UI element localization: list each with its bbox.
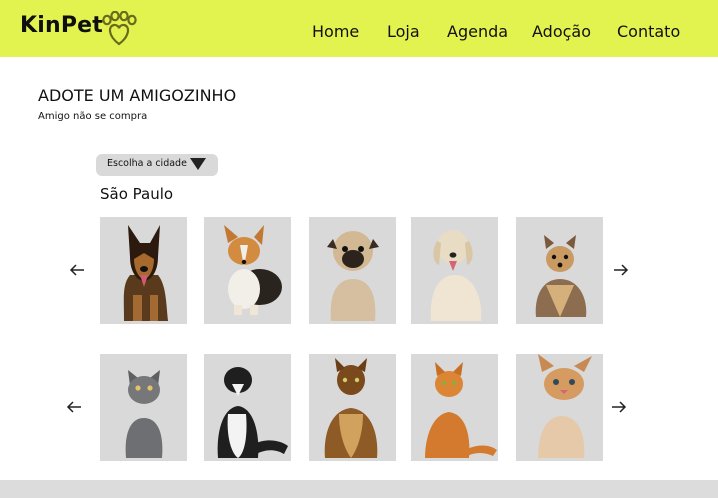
arrow-left-icon[interactable]: [65, 400, 83, 414]
nav-item-adocao[interactable]: Adoção: [532, 22, 591, 41]
golden-retriever-photo: [430, 230, 482, 321]
pet-card-pug[interactable]: [309, 217, 396, 324]
pet-card-corgi[interactable]: [204, 217, 291, 324]
city-select-dropdown[interactable]: Escolha a cidade: [96, 154, 218, 176]
pet-card-gray-kitten[interactable]: [100, 354, 187, 461]
german-shepherd-photo: [123, 225, 168, 321]
selected-city-heading: São Paulo: [100, 185, 174, 203]
nav-item-home[interactable]: Home: [312, 22, 359, 41]
arrow-right-icon[interactable]: [612, 263, 630, 277]
pet-card-tabby-kitten[interactable]: [516, 354, 603, 461]
corgi-photo: [224, 225, 282, 315]
nav-item-contato[interactable]: Contato: [617, 22, 680, 41]
caret-down-icon: [190, 158, 206, 170]
nav-item-loja[interactable]: Loja: [387, 22, 420, 41]
arrow-right-icon[interactable]: [610, 400, 628, 414]
yorkshire-terrier-photo: [535, 235, 587, 317]
pug-photo: [327, 231, 379, 321]
pet-card-black-white-cat[interactable]: [204, 354, 291, 461]
pet-card-german-shepherd[interactable]: [100, 217, 187, 324]
footer-bar: [0, 480, 718, 498]
page-title: ADOTE UM AMIGOZINHO: [38, 86, 237, 105]
page-subtitle: Amigo não se compra: [38, 111, 148, 122]
top-navbar: KinPet Home Loja Agenda Adoção Contato: [0, 0, 718, 57]
arrow-left-icon[interactable]: [68, 263, 86, 277]
nav-item-agenda[interactable]: Agenda: [447, 22, 508, 41]
maine-coon-photo: [324, 358, 378, 458]
pet-card-maine-coon[interactable]: [309, 354, 396, 461]
city-select-label: Escolha a cidade: [107, 158, 187, 169]
pet-card-yorkshire-terrier[interactable]: [516, 217, 603, 324]
tabby-kitten-photo: [538, 354, 592, 458]
pet-card-orange-tabby[interactable]: [411, 354, 498, 461]
main-nav: Home Loja Agenda Adoção Contato: [0, 22, 718, 44]
orange-tabby-photo: [425, 362, 497, 458]
gray-kitten-photo: [125, 370, 163, 458]
pet-card-golden-retriever[interactable]: [411, 217, 498, 324]
black-white-cat-photo: [217, 367, 288, 458]
